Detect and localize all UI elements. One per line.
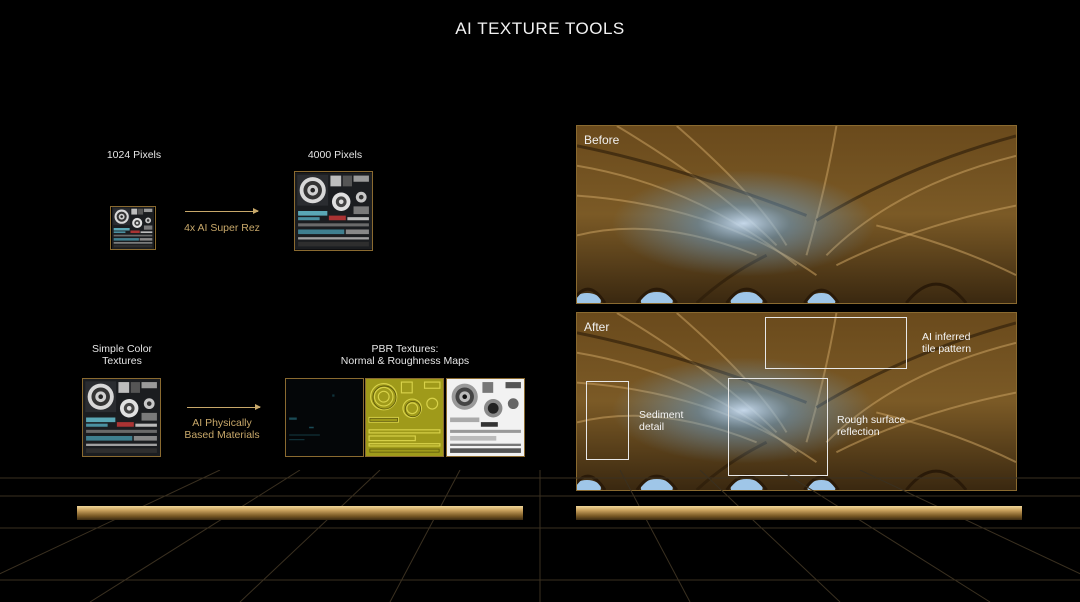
floor-grid — [0, 470, 1080, 602]
before-panel: Before — [576, 125, 1017, 304]
label-superrez: 4x AI Super Rez — [184, 222, 260, 234]
texture-simple-color — [82, 378, 161, 457]
texture-4000-thumbnail — [294, 171, 373, 251]
pbm-arrow — [187, 404, 261, 410]
texture-white-map — [446, 378, 525, 457]
superrez-arrow — [185, 208, 259, 214]
texture-1024-thumbnail — [110, 206, 156, 250]
texture-roughness-map — [365, 378, 444, 457]
label-pbm: AI Physically Based Materials — [184, 417, 260, 441]
callout-tile-pattern-box — [765, 317, 907, 369]
label-pbr-textures: PBR Textures: Normal & Roughness Maps — [340, 343, 470, 367]
right-shelf — [576, 506, 1022, 520]
left-shelf — [77, 506, 523, 520]
callout-tile-pattern-label: AI inferred tile pattern — [922, 331, 972, 355]
before-label: Before — [584, 133, 620, 147]
after-label: After — [584, 320, 610, 334]
label-1024-pixels: 1024 Pixels — [106, 149, 162, 161]
label-4000-pixels: 4000 Pixels — [307, 149, 363, 161]
callout-rough-label: Rough surface reflection — [837, 414, 906, 438]
callout-sediment-label: Sediment detail — [639, 409, 684, 433]
texture-normal-map — [285, 378, 364, 457]
before-image — [577, 126, 1016, 303]
page-title: AI TEXTURE TOOLS — [455, 19, 625, 38]
after-panel: After AI inferred tile pattern Sediment … — [576, 312, 1017, 491]
callout-sediment-box — [586, 381, 629, 460]
label-simple-color-textures: Simple Color Textures — [91, 343, 153, 367]
callout-rough-box — [728, 378, 828, 476]
